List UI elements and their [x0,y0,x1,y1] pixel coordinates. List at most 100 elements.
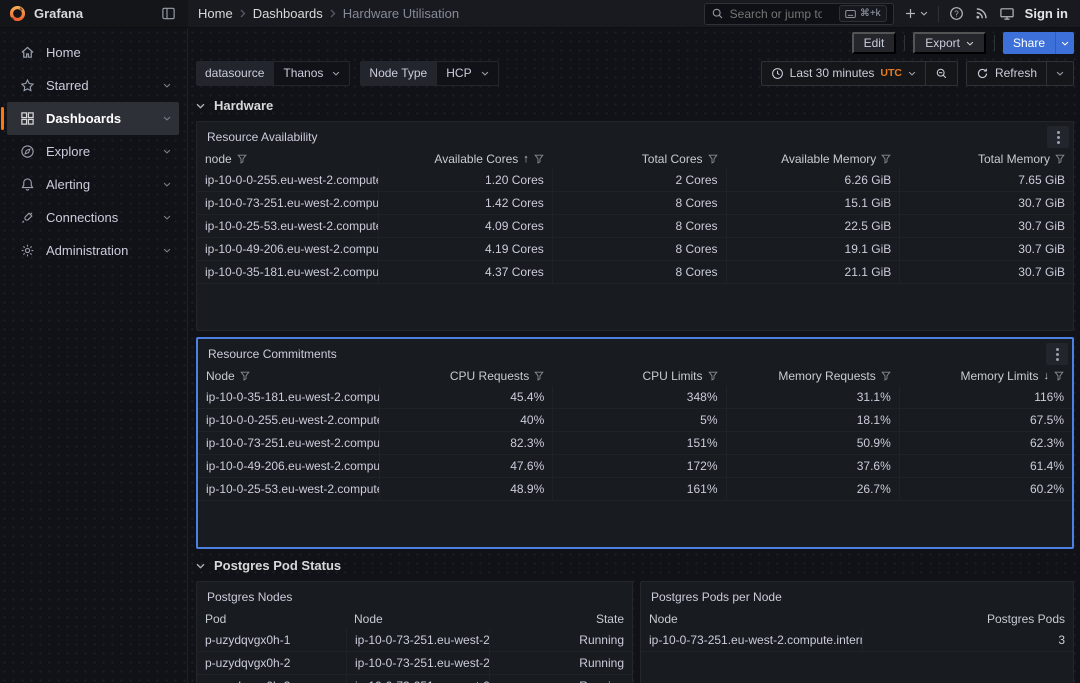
panel-title[interactable]: Resource Commitments [198,339,1072,366]
column-header-cpu-limits[interactable]: CPU Limits [552,366,725,386]
table-row[interactable]: ip-10-0-25-53.eu-west-2.compute.internal… [197,215,1073,238]
panel-title[interactable]: Postgres Pods per Node [641,582,1073,609]
news-icon[interactable] [974,6,989,21]
filter-icon[interactable] [534,154,544,164]
search-input[interactable] [730,7,822,21]
filter-icon[interactable] [1055,154,1065,164]
column-header-cpu-requests[interactable]: CPU Requests [379,366,552,386]
column-header-node[interactable]: node [197,149,378,169]
share-button[interactable]: Share [1003,32,1055,54]
breadcrumb-home[interactable]: Home [198,6,233,21]
filter-icon[interactable] [237,154,247,164]
search-box[interactable]: ⌘+k [704,3,894,25]
filter-icon[interactable] [708,154,718,164]
variable-label: Node Type [360,61,436,86]
edit-button[interactable]: Edit [852,32,897,54]
table-row[interactable]: ip-10-0-35-181.eu-west-2.compute.interna… [198,386,1072,409]
table-row[interactable]: ip-10-0-35-181.eu-west-2.compute.interna… [197,261,1073,284]
chevron-down-icon[interactable] [163,116,171,121]
zoom-out-button[interactable] [925,62,957,85]
column-header-pod[interactable]: Pod [197,609,346,629]
column-header-available-cores[interactable]: Available Cores↑ [378,149,552,169]
chevron-down-icon[interactable] [163,83,171,88]
column-header-total-cores[interactable]: Total Cores [552,149,726,169]
refresh-interval-button[interactable] [1046,62,1073,85]
node-cell: ip-10-0-73-251.eu-west-2.compute.interna… [197,192,378,215]
sidebar-item-label: Home [46,45,81,60]
column-header-node[interactable]: Node [641,609,862,629]
node-cell: ip-10-0-35-181.eu-west-2.compute.interna… [197,261,378,284]
node-cell: ip-10-0-49-206.eu-west-2.compute.interna… [198,455,379,478]
export-button[interactable]: Export [913,32,986,54]
panel-title[interactable]: Postgres Nodes [197,582,632,609]
datasource-select[interactable]: Thanos [273,61,350,86]
cpu-limits-cell: 348% [552,386,725,409]
table-row[interactable]: p-uzydqvgx0h-3 ip-10-0-73-251.eu-west-2.… [197,675,632,683]
filter-icon[interactable] [1054,371,1064,381]
filter-icon[interactable] [708,371,718,381]
screen-share-icon[interactable] [999,6,1015,21]
column-header-state[interactable]: State [489,609,632,629]
memory-requests-cell: 26.7% [726,478,899,501]
filter-icon[interactable] [881,371,891,381]
column-header-node[interactable]: Node [346,609,489,629]
column-header-available-memory[interactable]: Available Memory [726,149,900,169]
table-row[interactable]: ip-10-0-73-251.eu-west-2.compute.interna… [197,192,1073,215]
available-memory-cell: 19.1 GiB [726,238,900,261]
available-memory-cell: 22.5 GiB [726,215,900,238]
panel-menu-button[interactable] [1047,126,1069,148]
zoom-out-icon [935,67,948,80]
sidebar-item-starred[interactable]: Starred [7,69,179,102]
dock-menu-icon[interactable] [161,6,176,21]
sidebar-item-dashboards[interactable]: Dashboards [7,102,179,135]
sidebar-item-label: Administration [46,243,128,258]
share-menu-button[interactable] [1055,32,1074,54]
sidebar-item-administration[interactable]: Administration [7,234,179,267]
sidebar-item-alerting[interactable]: Alerting [7,168,179,201]
panel-title[interactable]: Resource Availability [197,122,1073,149]
star-icon [20,78,35,93]
section-title: Hardware [214,98,273,113]
column-header-postgres-pods[interactable]: Postgres Pods [862,609,1073,629]
available-cores-cell: 4.37 Cores [378,261,552,284]
node-type-select[interactable]: HCP [436,61,498,86]
sidebar-item-explore[interactable]: Explore [7,135,179,168]
chevron-down-icon[interactable] [163,182,171,187]
column-header-memory-requests[interactable]: Memory Requests [726,366,899,386]
column-header-total-memory[interactable]: Total Memory [899,149,1073,169]
table-row[interactable]: ip-10-0-73-251.eu-west-2.compute.interna… [641,629,1073,652]
sidebar-item-label: Starred [46,78,89,93]
filter-icon[interactable] [534,371,544,381]
add-new-button[interactable] [904,7,928,20]
filter-icon[interactable] [240,371,250,381]
help-icon[interactable]: ? [949,6,964,21]
table-row[interactable]: ip-10-0-49-206.eu-west-2.compute.interna… [197,238,1073,261]
table-row[interactable]: ip-10-0-0-255.eu-west-2.compute.internal… [197,169,1073,192]
table-row[interactable]: ip-10-0-49-206.eu-west-2.compute.interna… [198,455,1072,478]
filter-icon[interactable] [881,154,891,164]
refresh-button[interactable]: Refresh [967,62,1046,85]
section-row-postgres-pod-status[interactable]: Postgres Pod Status [196,555,1074,576]
column-header-node[interactable]: Node [198,366,379,386]
chevron-down-icon[interactable] [163,215,171,220]
sidebar-item-connections[interactable]: Connections [7,201,179,234]
table-row[interactable]: p-uzydqvgx0h-1 ip-10-0-73-251.eu-west-2.… [197,629,632,652]
breadcrumb-dashboards[interactable]: Dashboards [253,6,323,21]
panel-menu-button[interactable] [1046,343,1068,365]
chevron-down-icon[interactable] [163,149,171,154]
sign-in-button[interactable]: Sign in [1025,6,1068,21]
table-row[interactable]: ip-10-0-73-251.eu-west-2.compute.interna… [198,432,1072,455]
panel-postgres-nodes: Postgres Nodes Pod Node State p-uzydqvgx… [196,581,633,683]
chevron-down-icon[interactable] [163,248,171,253]
section-row-hardware[interactable]: Hardware [196,95,1074,116]
table-row[interactable]: ip-10-0-0-255.eu-west-2.compute.internal… [198,409,1072,432]
clock-icon [771,67,784,80]
table-row[interactable]: ip-10-0-25-53.eu-west-2.compute.internal… [198,478,1072,501]
table-row[interactable]: p-uzydqvgx0h-2 ip-10-0-73-251.eu-west-2.… [197,652,632,675]
column-header-memory-limits[interactable]: Memory Limits↓ [899,366,1072,386]
time-range-picker[interactable]: Last 30 minutes UTC [762,62,925,85]
state-cell: Running [489,652,632,675]
sidebar-item-home[interactable]: Home [7,36,179,69]
timezone-label: UTC [880,67,902,79]
postgres-panels-row: Postgres Nodes Pod Node State p-uzydqvgx… [196,581,1074,683]
